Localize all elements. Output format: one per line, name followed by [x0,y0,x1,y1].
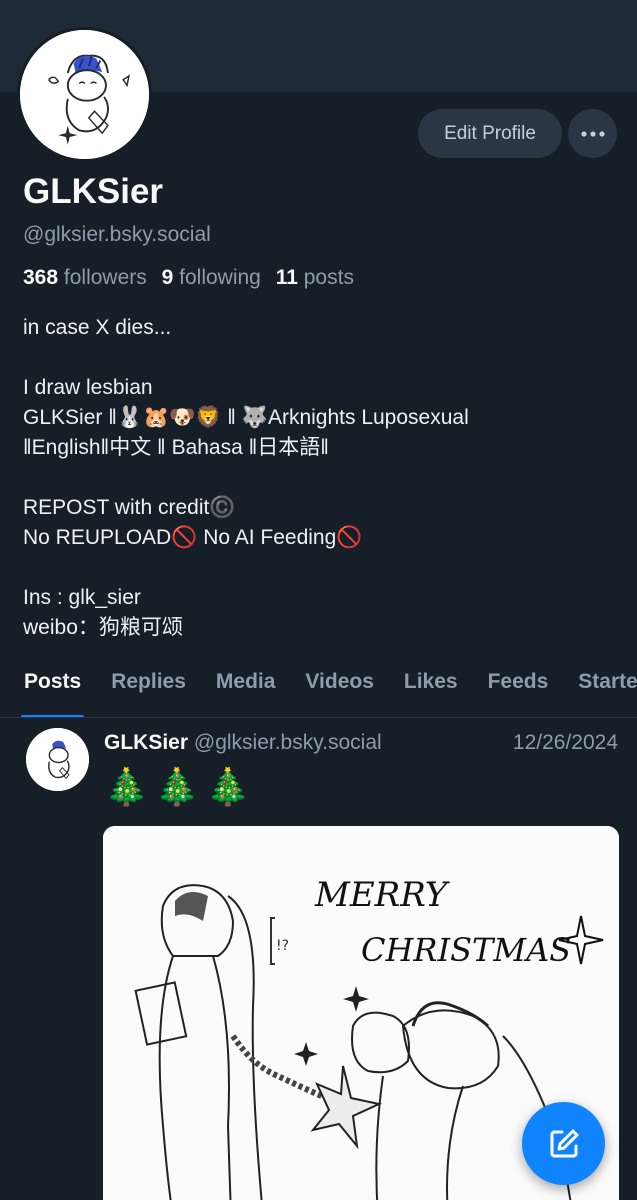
following-label: following [179,266,261,289]
tab-replies[interactable]: Replies [96,656,201,717]
image-text-question: !? [276,938,289,954]
tab-likes[interactable]: Likes [389,656,473,717]
avatar-drawing [26,728,89,791]
tab-videos[interactable]: Videos [290,656,388,717]
following-link[interactable]: 9 following [162,266,261,289]
post-author[interactable]: GLKSier @glksier.bsky.social [104,731,382,755]
profile-bio: in case X dies... I draw lesbian GLKSier… [23,316,469,639]
image-text-merry: MERRY [314,875,451,915]
compose-post-button[interactable] [522,1102,605,1185]
avatar-drawing [20,30,149,159]
profile-stats: 368 followers 9 following 11 posts [23,266,363,290]
tab-starter-packs[interactable]: Starter Packs [563,656,637,717]
tab-posts[interactable]: Posts [0,656,96,717]
profile-avatar[interactable] [17,27,152,162]
post-author-avatar[interactable] [26,728,89,791]
ellipsis-icon [580,130,605,137]
profile-tabs: Posts Replies Media Videos Likes Feeds S… [0,656,637,718]
following-count: 9 [161,266,174,289]
posts-stat: 11 posts [276,266,354,289]
tab-media[interactable]: Media [201,656,291,717]
followers-label: followers [63,266,147,289]
profile-display-name: GLKSier [23,172,164,211]
followers-count: 368 [23,266,59,289]
post-author-name[interactable]: GLKSier [104,731,188,754]
followers-link[interactable]: 368 followers [23,266,147,289]
post-text: 🎄🎄🎄 [104,766,257,807]
compose-icon [550,1129,578,1157]
posts-count: 11 [275,266,298,289]
tab-feeds[interactable]: Feeds [473,656,564,717]
more-options-button[interactable] [568,109,617,158]
post-author-handle[interactable]: @glksier.bsky.social [194,731,382,754]
edit-profile-button[interactable]: Edit Profile [418,109,562,158]
post-timestamp[interactable]: 12/26/2024 [513,731,618,755]
image-text-christmas: CHRISTMAS [361,931,571,969]
posts-label: posts [303,266,354,289]
profile-handle: @glksier.bsky.social [23,223,211,246]
